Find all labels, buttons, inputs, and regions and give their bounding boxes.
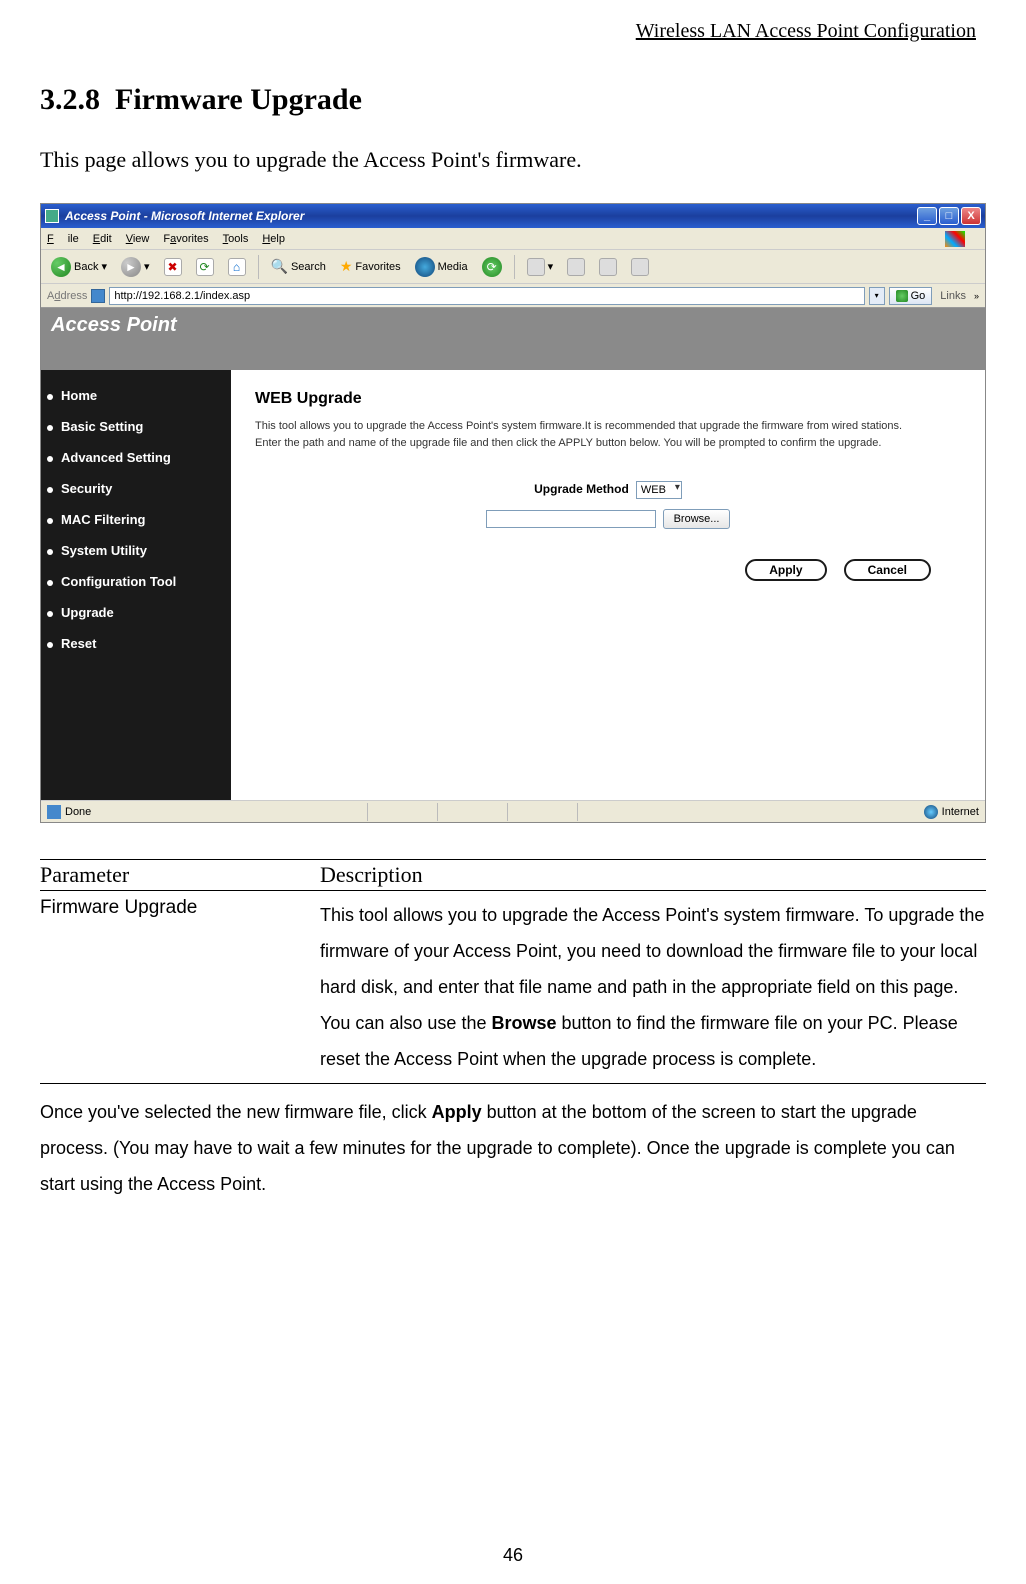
zone-text: Internet (942, 806, 979, 818)
browser-window: Access Point - Microsoft Internet Explor… (40, 203, 986, 823)
menu-tools[interactable]: Tools (223, 233, 249, 245)
address-label: Address (47, 290, 87, 302)
star-icon: ★ (340, 258, 353, 275)
intro-paragraph: This page allows you to upgrade the Acce… (40, 147, 986, 173)
sidebar-item-system-utility[interactable]: System Utility (41, 535, 231, 566)
print-icon (567, 258, 585, 276)
menu-favorites[interactable]: Favorites (163, 233, 208, 245)
action-buttons: Apply Cancel (255, 559, 961, 581)
running-header: Wireless LAN Access Point Configuration (40, 20, 986, 43)
media-button[interactable]: Media (411, 255, 472, 279)
minimize-button[interactable]: _ (917, 207, 937, 225)
cancel-button[interactable]: Cancel (844, 559, 931, 581)
forward-icon: ► (121, 257, 141, 277)
file-row: Browse... (255, 509, 961, 529)
mail-button[interactable]: ▾ (523, 256, 558, 278)
search-icon: 🔍 (271, 258, 288, 275)
param-description: This tool allows you to upgrade the Acce… (320, 897, 986, 1077)
back-button[interactable]: ◄Back ▾ (47, 255, 111, 279)
sidebar-item-reset[interactable]: Reset (41, 628, 231, 659)
go-icon (896, 290, 908, 302)
address-bar: Address ▾ Go Links » (41, 284, 985, 308)
header-parameter: Parameter (40, 862, 320, 888)
mail-icon (527, 258, 545, 276)
table-header-row: Parameter Description (40, 860, 986, 890)
page-title: WEB Upgrade (255, 390, 961, 408)
close-button[interactable]: X (961, 207, 981, 225)
section-heading: 3.2.8 Firmware Upgrade (40, 83, 986, 117)
status-page-icon (47, 805, 61, 819)
go-button[interactable]: Go (889, 287, 933, 305)
sidebar-item-mac-filtering[interactable]: MAC Filtering (41, 504, 231, 535)
section-number: 3.2.8 (40, 83, 100, 116)
links-chevron-icon[interactable]: » (974, 291, 979, 301)
sidebar-item-security[interactable]: Security (41, 473, 231, 504)
print-button[interactable] (563, 256, 589, 278)
followup-paragraph: Once you've selected the new firmware fi… (40, 1094, 986, 1202)
edit-button[interactable] (595, 256, 621, 278)
browse-button[interactable]: Browse... (663, 509, 731, 529)
main-content: WEB Upgrade This tool allows you to upgr… (231, 370, 985, 800)
menu-bar: File Edit View Favorites Tools Help (41, 228, 985, 250)
page-banner: Access Point (41, 308, 985, 370)
page-number: 46 (0, 1545, 1026, 1566)
sidebar-item-home[interactable]: Home (41, 380, 231, 411)
refresh-icon: ⟳ (196, 258, 214, 276)
status-text: Done (65, 806, 91, 818)
address-dropdown[interactable]: ▾ (869, 287, 885, 305)
window-titlebar: Access Point - Microsoft Internet Explor… (41, 204, 985, 228)
internet-zone-icon (924, 805, 938, 819)
links-label[interactable]: Links (936, 290, 970, 302)
menu-help[interactable]: Help (262, 233, 285, 245)
search-button[interactable]: 🔍Search (267, 256, 330, 277)
toolbar: ◄Back ▾ ► ▾ ✖ ⟳ ⌂ 🔍Search ★Favorites Med… (41, 250, 985, 284)
file-path-input[interactable] (486, 510, 656, 528)
table-row: Firmware Upgrade This tool allows you to… (40, 891, 986, 1083)
menu-view[interactable]: View (126, 233, 150, 245)
menu-edit[interactable]: Edit (93, 233, 112, 245)
forward-button[interactable]: ► ▾ (117, 255, 154, 279)
upgrade-method-select[interactable]: WEB (636, 481, 682, 499)
stop-icon: ✖ (164, 258, 182, 276)
sidebar-item-configuration-tool[interactable]: Configuration Tool (41, 566, 231, 597)
history-icon: ⟳ (482, 257, 502, 277)
param-name: Firmware Upgrade (40, 897, 320, 1077)
sidebar-item-advanced-setting[interactable]: Advanced Setting (41, 442, 231, 473)
menu-file[interactable]: File (47, 233, 79, 245)
section-title-text: Firmware Upgrade (115, 83, 362, 116)
ie-logo-icon (945, 231, 965, 247)
header-description: Description (320, 862, 986, 888)
discuss-icon (631, 258, 649, 276)
banner-title: Access Point (51, 314, 177, 337)
sidebar-item-basic-setting[interactable]: Basic Setting (41, 411, 231, 442)
back-icon: ◄ (51, 257, 71, 277)
sidebar-item-upgrade[interactable]: Upgrade (41, 597, 231, 628)
upgrade-method-row: Upgrade Method WEB (255, 481, 961, 499)
stop-button[interactable]: ✖ (160, 256, 186, 278)
window-title: Access Point - Microsoft Internet Explor… (65, 209, 304, 223)
ie-icon (45, 209, 59, 223)
status-bar: Done Internet (41, 800, 985, 822)
apply-button[interactable]: Apply (745, 559, 826, 581)
address-input[interactable] (109, 287, 864, 305)
history-button[interactable]: ⟳ (478, 255, 506, 279)
page-icon (91, 289, 105, 303)
parameter-table: Parameter Description Firmware Upgrade T… (40, 859, 986, 1084)
edit-icon (599, 258, 617, 276)
sidebar-nav: Home Basic Setting Advanced Setting Secu… (41, 370, 231, 800)
favorites-button[interactable]: ★Favorites (336, 256, 405, 277)
discuss-button[interactable] (627, 256, 653, 278)
home-icon: ⌂ (228, 258, 246, 276)
refresh-button[interactable]: ⟳ (192, 256, 218, 278)
home-button[interactable]: ⌂ (224, 256, 250, 278)
maximize-button[interactable]: □ (939, 207, 959, 225)
upgrade-method-label: Upgrade Method (534, 482, 629, 496)
media-icon (415, 257, 435, 277)
page-description: This tool allows you to upgrade the Acce… (255, 418, 961, 451)
